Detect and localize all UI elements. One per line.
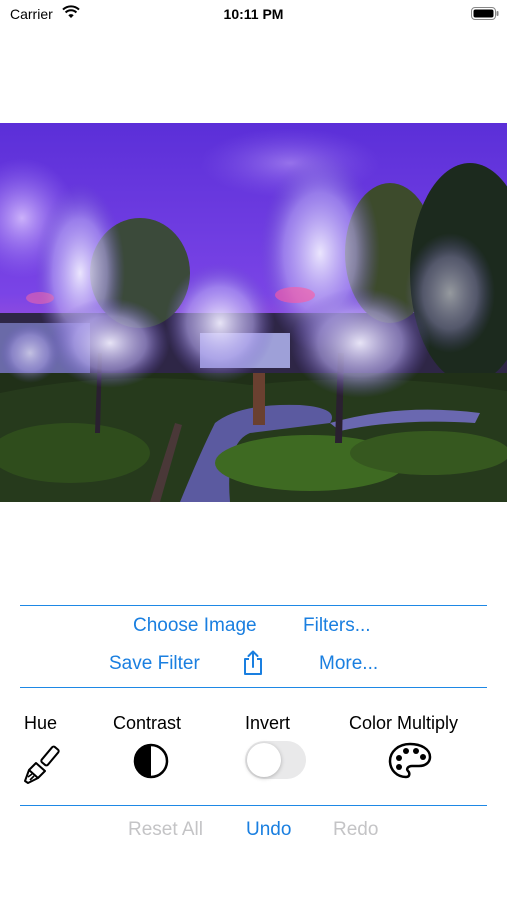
clock: 10:11 PM: [223, 6, 284, 22]
divider-bottom: [20, 805, 487, 806]
divider-top: [20, 605, 487, 606]
invert-label: Invert: [245, 713, 291, 733]
color-multiply-label: Color Multiply: [349, 713, 459, 733]
contrast-label: Contrast: [113, 713, 182, 733]
choose-image-button[interactable]: Choose Image: [133, 615, 257, 637]
reset-all-button[interactable]: Reset All: [128, 819, 203, 841]
status-bar: Carrier 10:11 PM: [0, 0, 507, 28]
hue-label: Hue: [24, 713, 58, 733]
invert-toggle-knob: [247, 743, 281, 777]
garden-photo: [0, 123, 507, 502]
invert-toggle[interactable]: [245, 741, 306, 779]
more-button[interactable]: More...: [319, 653, 378, 675]
contrast-icon[interactable]: [133, 743, 169, 779]
share-icon[interactable]: [242, 650, 264, 676]
redo-button[interactable]: Redo: [333, 819, 378, 841]
divider-middle: [20, 687, 487, 688]
save-filter-button[interactable]: Save Filter: [109, 653, 200, 675]
undo-button[interactable]: Undo: [246, 819, 291, 841]
filters-button[interactable]: Filters...: [303, 615, 371, 637]
palette-icon[interactable]: [388, 742, 432, 780]
paintbrush-icon[interactable]: [23, 743, 61, 785]
battery-icon: [471, 7, 499, 20]
